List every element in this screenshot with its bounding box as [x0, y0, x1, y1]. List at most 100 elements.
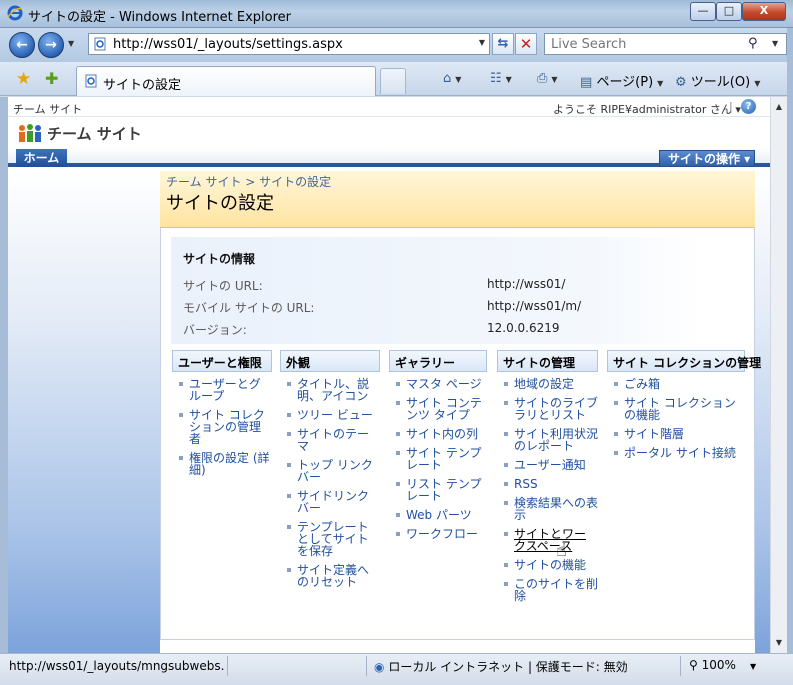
feeds-button[interactable]: ☷ ▼ — [490, 71, 512, 86]
page-title-area: チーム サイト > サイトの設定 サイトの設定 — [160, 171, 755, 228]
status-divider — [227, 656, 228, 676]
site-info-box: サイトの情報 サイトの URL: http://wss01/ モバイル サイトの… — [171, 237, 702, 344]
tools-menu[interactable]: ⚙ ツール(O) ▼ — [675, 71, 760, 90]
search-dropdown-icon[interactable]: ▼ — [772, 39, 778, 48]
page-menu-label: ページ(P) — [596, 75, 654, 90]
status-text: http://wss01/_layouts/mngsubwebs. — [9, 659, 225, 673]
link-site-features[interactable]: サイトの機能 — [497, 559, 598, 571]
globe-icon: ◉ — [374, 660, 385, 674]
command-row: ★ ✚ サイトの設定 ⌂ ▼ ☷ ▼ ⎙ ▼ ▤ ページ(P) ▼ ⚙ ツール(O) ▼ — [0, 62, 793, 96]
stop-button[interactable]: ✕ — [515, 33, 537, 55]
history-dropdown-icon[interactable]: ▼ — [68, 39, 74, 48]
page-icon — [85, 74, 97, 88]
column-heading: ユーザーと権限 — [172, 350, 272, 372]
scroll-down-icon[interactable]: ▼ — [771, 635, 787, 651]
address-dropdown-icon[interactable]: ▼ — [479, 38, 485, 47]
link-delete-site[interactable]: このサイトを削除 — [497, 578, 598, 602]
site-link[interactable]: チーム サイト — [13, 101, 82, 117]
link-list-templates[interactable]: リスト テンプレート — [389, 478, 487, 502]
address-bar[interactable]: http://wss01/_layouts/settings.aspx ▼ — [88, 33, 490, 55]
feeds-icon: ☷ — [490, 71, 502, 86]
column-site-collection-admin: サイト コレクションの管理 ごみ箱 サイト コレクションの機能 サイト階層 ポー… — [607, 350, 761, 466]
status-bar: http://wss01/_layouts/mngsubwebs. ◉ ローカル… — [0, 653, 793, 685]
link-rss[interactable]: RSS — [497, 478, 598, 490]
link-user-alerts[interactable]: ユーザー通知 — [497, 459, 598, 471]
left-panel — [8, 171, 160, 653]
help-icon[interactable]: ? — [741, 99, 756, 114]
close-button[interactable]: X — [742, 2, 786, 21]
new-tab-button[interactable] — [380, 68, 406, 94]
search-icon[interactable]: ⚲ — [748, 36, 758, 51]
page-title: サイトの設定 — [166, 193, 274, 214]
vertical-scrollbar[interactable]: ▲ ▼ — [770, 97, 787, 653]
maximize-button[interactable]: □ — [716, 2, 742, 21]
print-button[interactable]: ⎙ ▼ — [537, 71, 558, 86]
link-site-libraries-lists[interactable]: サイトのライブラリとリスト — [497, 397, 598, 421]
top-separator: | — [729, 100, 733, 113]
column-site-administration: サイトの管理 地域の設定 サイトのライブラリとリスト サイト利用状況のレポート … — [497, 350, 598, 609]
link-site-hierarchy[interactable]: サイト階層 — [607, 428, 745, 440]
link-portal-site-connection[interactable]: ポータル サイト接続 — [607, 447, 745, 459]
forward-icon: → — [45, 37, 57, 53]
link-tree-view[interactable]: ツリー ビュー — [280, 409, 380, 421]
site-title[interactable]: チーム サイト — [47, 123, 142, 144]
link-recycle-bin[interactable]: ごみ箱 — [607, 378, 745, 390]
link-site-collection-features[interactable]: サイト コレクションの機能 — [607, 397, 745, 421]
link-sites-workspaces[interactable]: サイトとワークスペース — [497, 528, 598, 552]
refresh-button[interactable]: ⇆ — [492, 33, 514, 55]
link-quick-launch[interactable]: サイドリンク バー — [280, 490, 380, 514]
zoom-control[interactable]: ⚲ 100% ▼ — [689, 658, 756, 672]
link-reset-site-definition[interactable]: サイト定義へのリセット — [280, 564, 380, 588]
status-divider — [680, 656, 681, 676]
link-users-groups[interactable]: ユーザーとグループ — [172, 378, 272, 402]
page-icon — [94, 37, 106, 51]
link-title-description-icon[interactable]: タイトル、説明、アイコン — [280, 378, 380, 402]
address-row: ← → ▼ http://wss01/_layouts/settings.asp… — [0, 28, 793, 62]
link-web-parts[interactable]: Web パーツ — [389, 509, 487, 521]
link-master-pages[interactable]: マスタ ページ — [389, 378, 487, 390]
link-save-as-template[interactable]: テンプレートとしてサイトを保存 — [280, 521, 380, 557]
tools-menu-label: ツール(O) — [690, 75, 751, 90]
link-search-visibility[interactable]: 検索結果への表示 — [497, 497, 598, 521]
link-top-link-bar[interactable]: トップ リンク バー — [280, 459, 380, 483]
link-site-collection-admins[interactable]: サイト コレクションの管理者 — [172, 409, 272, 445]
column-look-and-feel: 外観 タイトル、説明、アイコン ツリー ビュー サイトのテーマ トップ リンク … — [280, 350, 380, 595]
link-advanced-permissions[interactable]: 権限の設定 (詳細) — [172, 452, 272, 476]
window-left-edge — [0, 97, 8, 653]
page-menu[interactable]: ▤ ページ(P) ▼ — [580, 71, 663, 90]
link-site-usage-reports[interactable]: サイト利用状況のレポート — [497, 428, 598, 452]
add-favorite-icon[interactable]: ✚ — [45, 69, 58, 88]
tab-home[interactable]: ホーム — [16, 149, 67, 167]
minimize-button[interactable]: — — [690, 2, 716, 21]
security-zone[interactable]: ◉ ローカル イントラネット | 保護モード: 無効 — [374, 658, 628, 675]
back-button[interactable]: ← — [9, 32, 35, 58]
ie-logo-icon — [7, 5, 23, 21]
stop-icon: ✕ — [519, 35, 533, 53]
column-heading: サイト コレクションの管理 — [607, 350, 761, 372]
home-button[interactable]: ⌂ ▼ — [443, 71, 461, 86]
link-regional-settings[interactable]: 地域の設定 — [497, 378, 598, 390]
tab-label: サイトの設定 — [103, 78, 182, 93]
link-workflows[interactable]: ワークフロー — [389, 528, 487, 540]
search-box[interactable]: ⚲ ▼ — [544, 33, 787, 55]
window-title: サイトの設定 - Windows Internet Explorer — [28, 10, 291, 25]
favorites-star-icon[interactable]: ★ — [16, 69, 31, 89]
scroll-up-icon[interactable]: ▲ — [771, 99, 787, 115]
site-url-label: サイトの URL: — [183, 279, 263, 293]
page-viewport: チーム サイト ようこそ RIPE¥administrator さん ▾ | ?… — [0, 97, 770, 653]
link-site-content-types[interactable]: サイト コンテンツ タイプ — [389, 397, 487, 421]
browser-tab-active[interactable]: サイトの設定 — [76, 66, 376, 96]
refresh-icon: ⇆ — [497, 36, 509, 51]
link-site-theme[interactable]: サイトのテーマ — [280, 428, 380, 452]
link-site-templates[interactable]: サイト テンプレート — [389, 447, 487, 471]
search-input[interactable] — [551, 36, 736, 52]
sharepoint-logo-icon — [19, 124, 41, 142]
welcome-menu[interactable]: ようこそ RIPE¥administrator さん ▾ — [553, 101, 741, 117]
link-site-columns[interactable]: サイト内の列 — [389, 428, 487, 440]
forward-button[interactable]: → — [38, 32, 64, 58]
site-actions-button[interactable]: サイトの操作 ▾ — [659, 150, 755, 167]
mobile-url-value: http://wss01/m/ — [487, 299, 582, 313]
zoom-level: 100% — [701, 658, 736, 672]
address-url[interactable]: http://wss01/_layouts/settings.aspx — [113, 37, 343, 52]
breadcrumb[interactable]: チーム サイト > サイトの設定 — [166, 173, 331, 190]
